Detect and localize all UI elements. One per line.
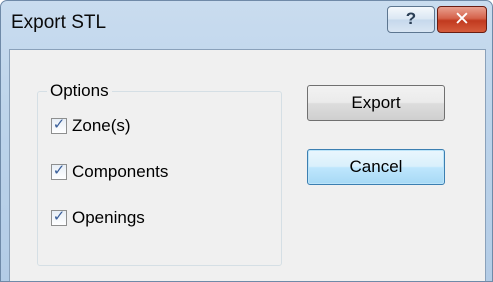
export-button[interactable]: Export: [307, 85, 445, 121]
title-bar[interactable]: Export STL ? ✕: [1, 1, 492, 49]
zones-checkbox-label[interactable]: Zone(s): [72, 116, 131, 136]
close-button[interactable]: ✕: [437, 6, 487, 33]
openings-checkbox[interactable]: ✓: [51, 208, 67, 226]
components-checkbox-label[interactable]: Components: [72, 162, 168, 182]
close-icon: ✕: [454, 9, 470, 30]
cancel-button[interactable]: Cancel: [307, 149, 445, 185]
checkmark-icon: ✓: [52, 162, 66, 179]
checkmark-icon: ✓: [52, 208, 66, 225]
zones-checkbox-row[interactable]: ✓ Zone(s): [51, 115, 131, 137]
zones-checkbox[interactable]: ✓: [51, 116, 67, 134]
openings-checkbox-label[interactable]: Openings: [72, 208, 145, 228]
help-icon: ?: [405, 9, 417, 28]
help-button[interactable]: ?: [387, 6, 435, 33]
components-checkbox-row[interactable]: ✓ Components: [51, 161, 168, 183]
window-title: Export STL: [11, 12, 107, 33]
components-checkbox[interactable]: ✓: [51, 162, 67, 180]
openings-checkbox-row[interactable]: ✓ Openings: [51, 207, 145, 229]
dialog-body: Options ✓ Zone(s) ✓ Components ✓ Opening…: [9, 49, 486, 281]
export-stl-dialog: Export STL ? ✕ Options ✓ Zone(s) ✓ Compo…: [0, 0, 493, 282]
checkmark-icon: ✓: [52, 116, 66, 133]
options-legend: Options: [47, 81, 112, 101]
